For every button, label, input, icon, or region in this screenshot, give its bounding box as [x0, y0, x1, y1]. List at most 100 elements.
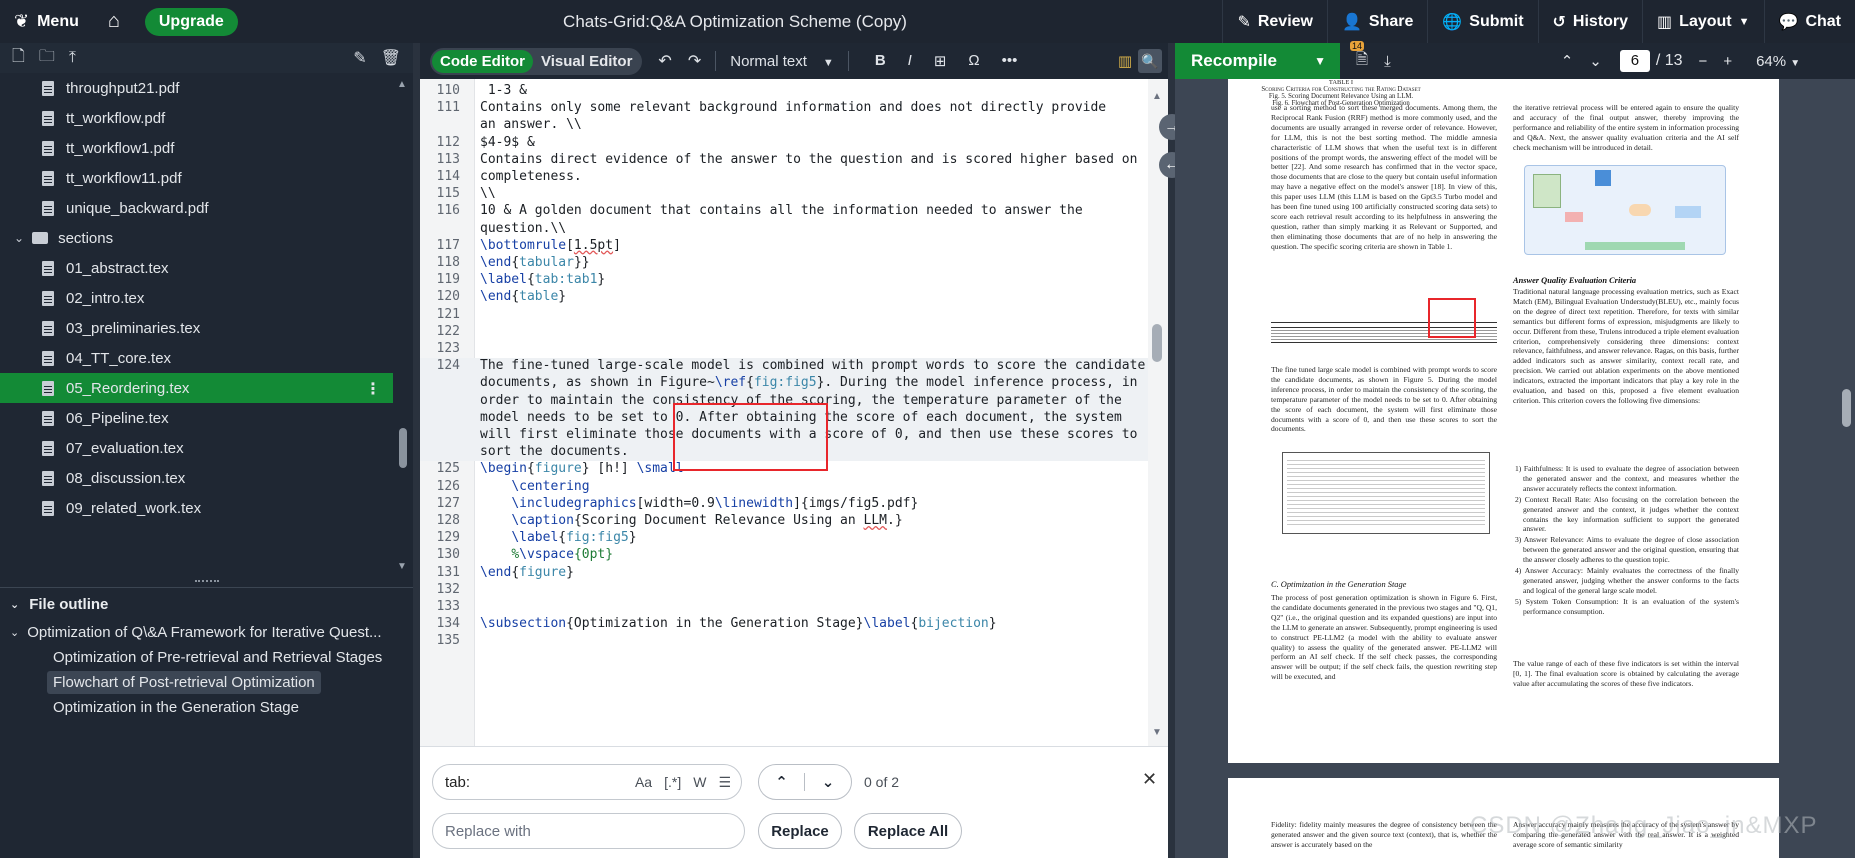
next-page-icon[interactable]: ⌄	[1589, 52, 1602, 70]
code-line[interactable]: 133	[420, 599, 1148, 616]
code-line[interactable]: 132	[420, 582, 1148, 599]
upgrade-button[interactable]: Upgrade	[144, 7, 238, 36]
tree-file[interactable]: 07_evaluation.tex	[0, 433, 393, 463]
code-line[interactable]: 129 \label{fig:fig5}	[420, 530, 1148, 547]
code-line[interactable]: 130 %\vspace{0pt}	[420, 547, 1148, 564]
code-line[interactable]: 122	[420, 324, 1148, 341]
code-editor-tab[interactable]: Code Editor	[432, 49, 533, 73]
replace-button[interactable]: Replace	[758, 813, 842, 849]
tree-file[interactable]: tt_workflow1.pdf	[0, 133, 393, 163]
history-button[interactable]: ↺ History	[1537, 0, 1643, 43]
outline-item-root[interactable]: ⌄ Optimization of Q\&A Framework for Ite…	[0, 620, 413, 645]
menu-button[interactable]: ❦ Menu	[0, 0, 93, 43]
code-line[interactable]: 134 \subsection{Optimization in the Gener…	[420, 616, 1148, 633]
code-line[interactable]: 117 \bottomrule[1.5pt]	[420, 238, 1148, 255]
code-line[interactable]: an answer. \\	[420, 117, 1148, 134]
code-line[interactable]: 112 $4-9$ &	[420, 135, 1148, 152]
code-line[interactable]: 118 \end{tabular}}	[420, 255, 1148, 272]
next-match-button[interactable]: ⌄	[805, 773, 851, 791]
whole-word-toggle[interactable]: W	[693, 774, 706, 790]
logs-icon[interactable]: 🗎 14	[1350, 40, 1368, 74]
redo-icon[interactable]: ↷	[688, 51, 701, 71]
left-splitter[interactable]	[413, 43, 420, 858]
insert-figure-icon[interactable]: ⊞	[934, 52, 947, 70]
tree-file[interactable]: 08_discussion.tex	[0, 463, 393, 493]
regex-toggle[interactable]: [.*]	[664, 774, 681, 790]
share-button[interactable]: 👤 Share	[1326, 0, 1427, 43]
code-line[interactable]: 121	[420, 307, 1148, 324]
undo-icon[interactable]: ↶	[658, 51, 671, 71]
outline-item-pre-retrieval[interactable]: Optimization of Pre-retrieval and Retrie…	[0, 645, 413, 670]
rename-icon[interactable]: ✎	[353, 48, 366, 68]
file-outline-header[interactable]: ⌄ File outline	[0, 588, 413, 620]
tree-file[interactable]: tt_workflow.pdf	[0, 103, 393, 133]
scroll-thumb[interactable]	[1152, 324, 1162, 362]
more-icon[interactable]: •••	[1002, 52, 1018, 70]
code-line[interactable]: 128 \caption{Scoring Document Relevance …	[420, 513, 1148, 530]
code-line[interactable]: question.\\	[420, 221, 1148, 238]
file-tree-scrollbar[interactable]: ▲ ▼	[393, 73, 413, 578]
zoom-in-icon[interactable]: +	[1723, 53, 1732, 70]
tree-file[interactable]: 01_abstract.tex	[0, 253, 393, 283]
pdf-viewer[interactable]: use a sorting method to sort these merge…	[1175, 79, 1855, 858]
scroll-down-icon[interactable]: ▼	[397, 561, 407, 572]
tree-file[interactable]: 02_intro.tex	[0, 283, 393, 313]
code-line[interactable]: 124 The fine-tuned large-scale model is c…	[420, 358, 1148, 376]
download-icon[interactable]: ⤓	[1384, 53, 1391, 70]
code-line[interactable]: 113 Contains direct evidence of the answe…	[420, 152, 1148, 169]
zoom-select[interactable]: 64% ▼	[1756, 53, 1800, 70]
code-line[interactable]: 123	[420, 341, 1148, 358]
tree-file[interactable]: tt_workflow11.pdf	[0, 163, 393, 193]
new-folder-icon[interactable]: 🗀	[39, 45, 55, 72]
scroll-thumb[interactable]	[399, 428, 407, 468]
tree-file[interactable]: 05_Reordering.tex ⋮	[0, 373, 393, 403]
code-line[interactable]: 126 \centering	[420, 479, 1148, 496]
search-input[interactable]: tab: Aa [.*] W ☰	[432, 764, 742, 800]
scroll-up-icon[interactable]: ▲	[397, 79, 407, 90]
tree-folder[interactable]: ⌄ sections	[0, 223, 393, 253]
page-number-input[interactable]: 6	[1619, 50, 1650, 72]
tree-file[interactable]: 06_Pipeline.tex	[0, 403, 393, 433]
code-scrollbar[interactable]: ▲ ▼	[1148, 79, 1168, 746]
chevron-down-icon[interactable]: ▼	[1314, 54, 1326, 68]
outline-item-generation[interactable]: Optimization in the Generation Stage	[0, 695, 413, 720]
submit-button[interactable]: 🌐 Submit	[1427, 0, 1537, 43]
code-line[interactable]: 135	[420, 633, 1148, 650]
code-line[interactable]: 116 10 & A golden document that contains …	[420, 203, 1148, 220]
library-icon[interactable]: ▥	[1118, 52, 1132, 70]
code-line[interactable]: 131 \end{figure}	[420, 565, 1148, 582]
code-line[interactable]: documents, as shown in Figure~\ref{fig:f…	[420, 375, 1148, 393]
symbol-icon[interactable]: Ω	[968, 52, 979, 70]
review-button[interactable]: ✎ Review	[1222, 0, 1327, 43]
code-line[interactable]: 110 1-3 &	[420, 83, 1148, 100]
search-icon[interactable]: 🔍	[1138, 49, 1162, 73]
code-line[interactable]: 119 \label{tab:tab1}	[420, 272, 1148, 289]
tree-file[interactable]: 03_preliminaries.tex	[0, 313, 393, 343]
close-icon[interactable]: ✕	[1142, 769, 1157, 790]
tree-file[interactable]: unique_backward.pdf	[0, 193, 393, 223]
file-options-icon[interactable]: ⋮	[365, 379, 381, 399]
code-line[interactable]: 127 \includegraphics[width=0.9\linewidth…	[420, 496, 1148, 513]
code-line[interactable]: 120 \end{table}	[420, 289, 1148, 306]
italic-icon[interactable]: I	[908, 52, 912, 70]
search-selection-icon[interactable]: ☰	[718, 774, 731, 791]
panel-resize-handle[interactable]	[195, 580, 219, 584]
upload-icon[interactable]: ⤒	[69, 49, 76, 67]
zoom-out-icon[interactable]: −	[1699, 53, 1708, 70]
replace-input[interactable]: Replace with	[432, 813, 745, 849]
previous-page-icon[interactable]: ⌃	[1561, 52, 1574, 70]
code-line[interactable]: 115 \\	[420, 186, 1148, 203]
visual-editor-tab[interactable]: Visual Editor	[533, 50, 640, 73]
bold-icon[interactable]: B	[875, 52, 886, 70]
scroll-down-icon[interactable]: ▼	[1152, 727, 1162, 738]
match-case-toggle[interactable]: Aa	[635, 774, 652, 790]
text-style-select[interactable]: Normal text ▼	[730, 53, 834, 70]
tree-file[interactable]: 09_related_work.tex	[0, 493, 393, 523]
previous-match-button[interactable]: ⌃	[759, 773, 806, 791]
chat-button[interactable]: 💬 Chat	[1763, 0, 1855, 43]
code-line[interactable]: 114 completeness.	[420, 169, 1148, 186]
tree-file[interactable]: 04_TT_core.tex	[0, 343, 393, 373]
pdf-scrollbar[interactable]	[1838, 79, 1855, 858]
delete-icon[interactable]: 🗑	[381, 48, 401, 68]
scroll-up-icon[interactable]: ▲	[1152, 91, 1162, 102]
